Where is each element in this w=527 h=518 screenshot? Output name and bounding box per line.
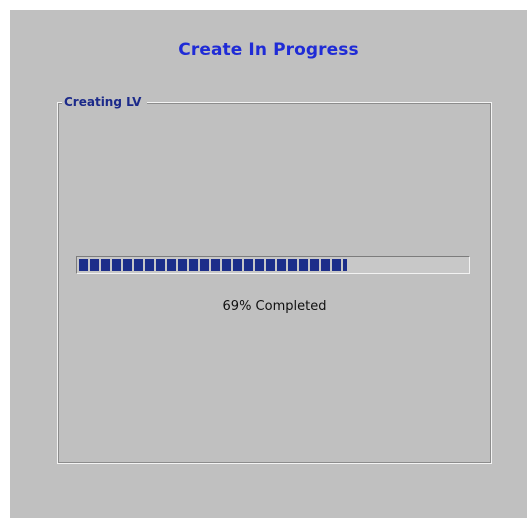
progress-bar — [76, 256, 470, 274]
progress-dialog: Create In Progress Creating LV 69% Compl… — [10, 10, 527, 518]
group-label: Creating LV — [62, 94, 148, 110]
dialog-title: Create In Progress — [178, 40, 359, 60]
progress-fill — [79, 259, 347, 271]
progress-status-text: 69% Completed — [222, 299, 327, 314]
creating-lv-group: Creating LV 69% Completed — [57, 94, 492, 464]
